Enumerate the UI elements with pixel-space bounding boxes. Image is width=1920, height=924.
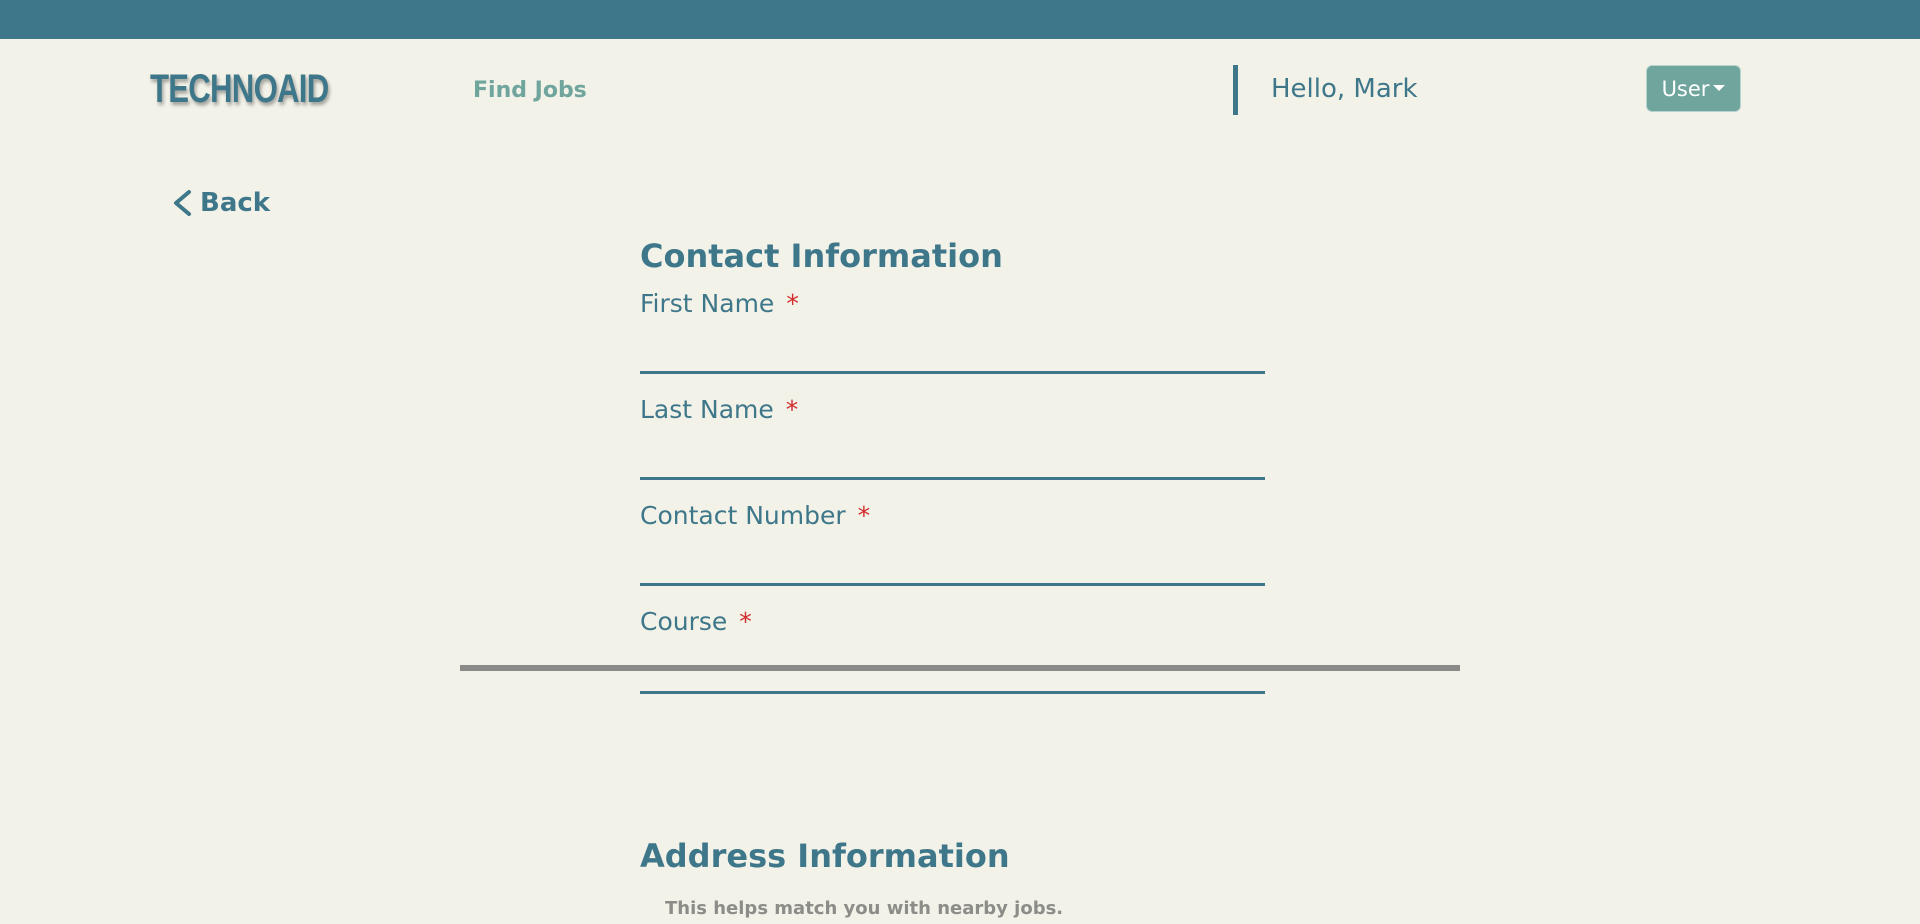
- header-divider: [1233, 65, 1238, 115]
- first-name-label: First Name *: [640, 289, 799, 319]
- required-marker: *: [739, 607, 752, 636]
- contact-information-title: Contact Information: [640, 237, 1003, 275]
- back-label: Back: [200, 188, 271, 218]
- user-menu-label: User: [1661, 77, 1710, 101]
- last-name-label: Last Name *: [640, 395, 798, 425]
- address-information-title: Address Information: [640, 837, 1010, 875]
- logo[interactable]: TECHNOAID: [150, 66, 329, 112]
- first-name-field[interactable]: [640, 338, 1265, 374]
- course-label: Course *: [640, 607, 752, 637]
- top-bar: [0, 0, 1920, 39]
- last-name-field[interactable]: [640, 444, 1265, 480]
- contact-number-field[interactable]: [640, 550, 1265, 586]
- required-marker: *: [857, 501, 871, 530]
- chevron-left-icon: [174, 190, 191, 216]
- find-jobs-link[interactable]: Find Jobs: [473, 78, 587, 104]
- address-hint-text: This helps match you with nearby jobs.: [665, 898, 1064, 919]
- required-marker: *: [786, 289, 799, 318]
- contact-number-label: Contact Number *: [640, 501, 870, 531]
- caret-down-icon: [1713, 85, 1726, 91]
- course-field[interactable]: [640, 658, 1265, 694]
- required-marker: *: [785, 395, 799, 424]
- course-label-text: Course: [640, 607, 728, 636]
- contact-number-label-text: Contact Number: [640, 501, 846, 530]
- back-button[interactable]: Back: [172, 188, 270, 218]
- last-name-label-text: Last Name: [640, 395, 774, 424]
- user-greeting: Hello, Mark: [1271, 74, 1418, 104]
- user-menu-button[interactable]: User: [1646, 65, 1741, 112]
- first-name-label-text: First Name: [640, 289, 775, 318]
